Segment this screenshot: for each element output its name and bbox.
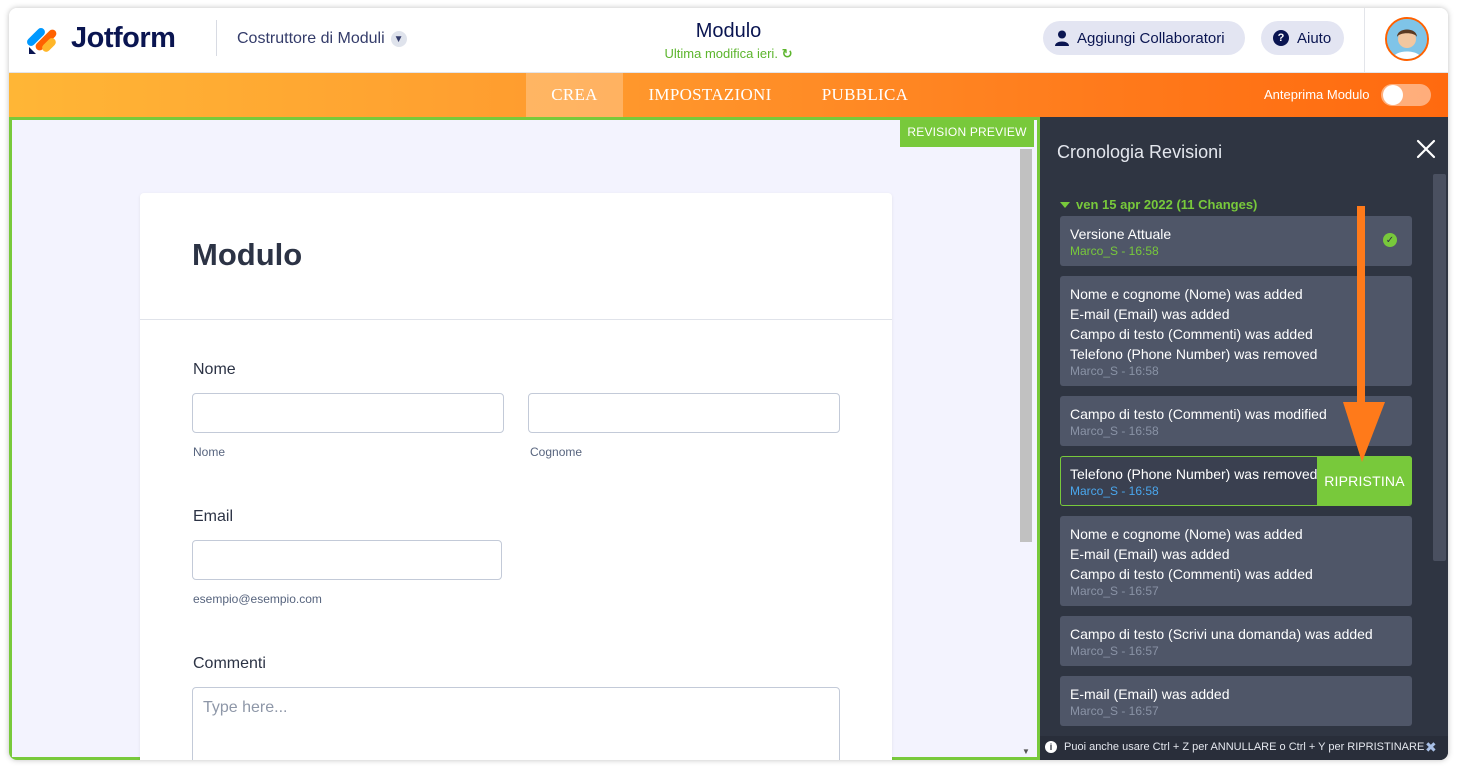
- form-preview-label: Anteprima Modulo: [1264, 87, 1370, 102]
- revision-text: E-mail (Email) was added: [1070, 684, 1230, 704]
- canvas-scrollbar-thumb[interactable]: [1020, 149, 1032, 542]
- dismiss-tip-icon[interactable]: ✖: [1425, 739, 1437, 756]
- header-divider: [216, 20, 217, 56]
- panel-scrollbar[interactable]: [1433, 174, 1446, 561]
- revision-line: Versione Attuale: [1070, 226, 1172, 242]
- first-name-sublabel: Nome: [193, 445, 226, 459]
- revision-meta: Marco_S - 16:58: [1070, 244, 1159, 258]
- app-window: Jotform Costruttore di Moduli ▼ Modulo U…: [9, 8, 1448, 760]
- info-icon: i: [1045, 741, 1057, 753]
- name-label: Nome: [193, 361, 236, 378]
- revision-line: Campo di testo (Commenti) was added: [1070, 566, 1313, 582]
- email-label: Email: [193, 508, 234, 525]
- revision-item[interactable]: Campo di testo (Scrivi una domanda) was …: [1060, 616, 1412, 666]
- chevron-down-icon: ▼: [390, 31, 407, 47]
- tab-impostazioni[interactable]: IMPOSTAZIONI: [637, 73, 783, 117]
- caret-down-icon: [1060, 201, 1070, 208]
- revision-meta: Marco_S - 16:58: [1070, 364, 1159, 378]
- revision-item-current[interactable]: Versione Attuale Marco_S - 16:58 ✓: [1060, 216, 1412, 266]
- date-group-label: ven 15 apr 2022 (11 Changes): [1076, 197, 1258, 212]
- refresh-icon: ↻: [781, 46, 793, 61]
- comments-textarea[interactable]: Type here...: [192, 687, 840, 760]
- builder-nav: CREA IMPOSTAZIONI PUBBLICA Anteprima Mod…: [9, 73, 1448, 117]
- check-circle-icon: ✓: [1383, 233, 1397, 247]
- help-button[interactable]: ? Aiuto: [1261, 21, 1344, 55]
- revision-meta: Marco_S - 16:58: [1070, 484, 1159, 498]
- heading-divider: [140, 319, 892, 320]
- first-name-input[interactable]: [192, 393, 504, 433]
- revision-text: Versione Attuale: [1070, 224, 1171, 244]
- revision-line: Campo di testo (Commenti) was modified: [1070, 406, 1327, 422]
- revision-meta: Marco_S - 16:57: [1070, 704, 1159, 718]
- revision-item[interactable]: Nome e cognome (Nome) was added E-mail (…: [1060, 276, 1412, 386]
- revision-line: Campo di testo (Scrivi una domanda) was …: [1070, 626, 1373, 642]
- add-collaborators-label: Aggiungi Collaboratori: [1077, 29, 1225, 47]
- shortcut-tip-bar: i Puoi anche usare Ctrl + Z per ANNULLAR…: [1040, 736, 1448, 760]
- revision-item[interactable]: E-mail (Email) was added Marco_S - 16:57: [1060, 676, 1412, 726]
- canvas-scrollbar[interactable]: ▼: [1019, 144, 1033, 756]
- revision-line: Campo di testo (Commenti) was added: [1070, 326, 1313, 342]
- email-sublabel: esempio@esempio.com: [193, 592, 322, 606]
- revision-line: E-mail (Email) was added: [1070, 546, 1230, 562]
- comments-placeholder: Type here...: [203, 699, 288, 716]
- panel-title: Cronologia Revisioni: [1057, 142, 1223, 162]
- revision-item[interactable]: Nome e cognome (Nome) was added E-mail (…: [1060, 516, 1412, 606]
- scroll-down-icon[interactable]: ▼: [1022, 747, 1030, 756]
- avatar[interactable]: [1385, 17, 1429, 61]
- form-card: Modulo Nome Nome Cognome Email esempio@e…: [140, 193, 892, 760]
- revision-text: Telefono (Phone Number) was removed: [1070, 464, 1317, 484]
- shortcut-tip-text: Puoi anche usare Ctrl + Z per ANNULLARE …: [1064, 741, 1425, 753]
- revision-meta: Marco_S - 16:57: [1070, 644, 1159, 658]
- comments-label: Commenti: [193, 655, 266, 672]
- last-modified-text: Ultima modifica ieri.: [664, 46, 778, 61]
- revision-meta: Marco_S - 16:57: [1070, 584, 1159, 598]
- help-icon: ?: [1273, 30, 1289, 46]
- last-name-input[interactable]: [528, 393, 840, 433]
- tab-pubblica[interactable]: PUBBLICA: [815, 73, 915, 117]
- header-divider-right: [1364, 8, 1365, 73]
- avatar-icon: [1387, 19, 1427, 59]
- revision-item[interactable]: Campo di testo (Commenti) was modified M…: [1060, 396, 1412, 446]
- revision-text: Nome e cognome (Nome) was added E-mail (…: [1070, 524, 1313, 584]
- revision-line: E-mail (Email) was added: [1070, 686, 1230, 702]
- revision-text: Campo di testo (Scrivi una domanda) was …: [1070, 624, 1373, 644]
- close-icon[interactable]: [1414, 137, 1438, 161]
- revision-history-panel: Cronologia Revisioni ven 15 apr 2022 (11…: [1040, 117, 1448, 760]
- restore-button[interactable]: RIPRISTINA: [1317, 456, 1412, 505]
- revision-text: Nome e cognome (Nome) was added E-mail (…: [1070, 284, 1317, 364]
- revision-line: Nome e cognome (Nome) was added: [1070, 526, 1303, 542]
- tab-crea[interactable]: CREA: [526, 73, 623, 117]
- builder-dropdown[interactable]: Costruttore di Moduli ▼: [237, 30, 407, 48]
- user-icon: [1055, 30, 1069, 46]
- form-preview-toggle[interactable]: [1381, 84, 1431, 106]
- revision-preview-badge: REVISION PREVIEW: [900, 117, 1034, 147]
- jotform-logo-icon: [27, 27, 57, 54]
- last-name-sublabel: Cognome: [530, 445, 583, 459]
- revision-text: Campo di testo (Commenti) was modified: [1070, 404, 1327, 424]
- help-label: Aiuto: [1297, 29, 1332, 47]
- revision-line: Telefono (Phone Number) was removed: [1070, 466, 1318, 482]
- jotform-logo[interactable]: Jotform: [27, 22, 176, 55]
- add-collaborators-button[interactable]: Aggiungi Collaboratori: [1043, 21, 1245, 55]
- builder-label: Costruttore di Moduli: [237, 30, 385, 47]
- revision-line: E-mail (Email) was added: [1070, 306, 1230, 322]
- date-group-header[interactable]: ven 15 apr 2022 (11 Changes): [1060, 197, 1257, 212]
- revision-meta: Marco_S - 16:58: [1070, 424, 1159, 438]
- revision-line: Telefono (Phone Number) was removed: [1070, 346, 1318, 362]
- revision-line: Nome e cognome (Nome) was added: [1070, 286, 1303, 302]
- brand-name: Jotform: [71, 22, 176, 54]
- toggle-knob: [1383, 85, 1403, 105]
- form-heading: Modulo: [192, 237, 303, 272]
- email-input[interactable]: [192, 540, 502, 580]
- revision-item-selected[interactable]: Telefono (Phone Number) was removed Marc…: [1060, 456, 1412, 506]
- top-header: Jotform Costruttore di Moduli ▼ Modulo U…: [9, 8, 1448, 73]
